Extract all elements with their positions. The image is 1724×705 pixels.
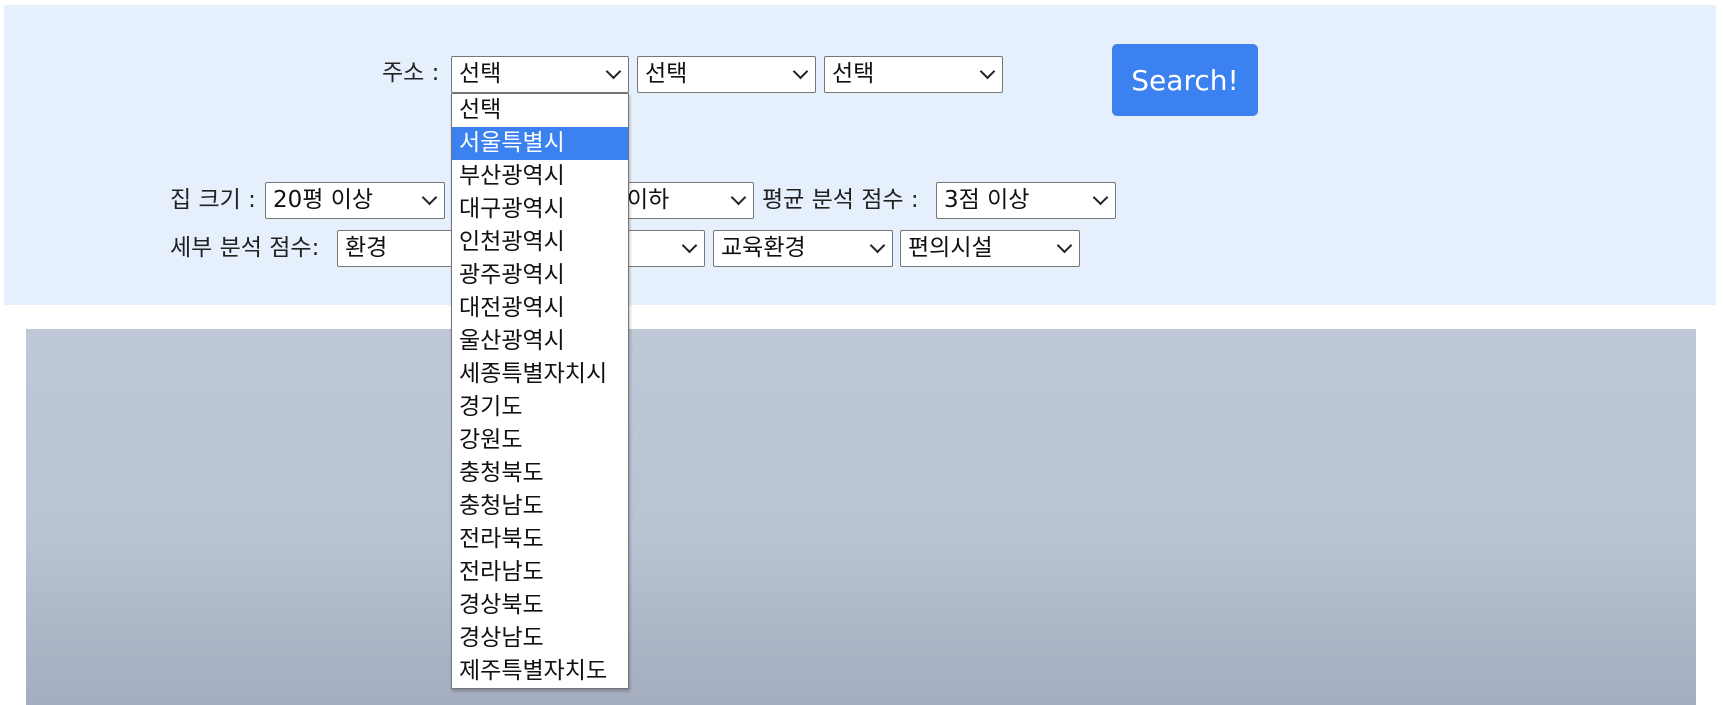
dropdown-option[interactable]: 대전광역시 [452,292,628,325]
house-size-label: 집 크기 : [170,187,256,213]
dropdown-option[interactable]: 경기도 [452,391,628,424]
chevron-down-icon [421,189,438,206]
dropdown-option-highlighted[interactable]: 서울특별시 [452,127,628,160]
address-select-city[interactable]: 선택 [637,56,816,93]
chevron-down-icon [605,63,622,80]
dropdown-option[interactable]: 제주특별자치도 [452,655,628,688]
detail-score-select-education[interactable]: 교육환경 [713,230,893,267]
chevron-down-icon [681,237,698,254]
detail-score-environment-value: 환경 [345,235,388,261]
dropdown-option[interactable]: 경상북도 [452,589,628,622]
address-province-dropdown-list[interactable]: 선택 서울특별시 부산광역시 대구광역시 인천광역시 광주광역시 대전광역시 울… [451,93,629,689]
avg-score-select[interactable]: 3점 이상 [936,182,1116,219]
avg-score-value: 3점 이상 [944,187,1030,213]
dropdown-option[interactable]: 광주광역시 [452,259,628,292]
address-select-district[interactable]: 선택 [824,56,1003,93]
chevron-down-icon [792,63,809,80]
avg-score-label: 평균 분석 점수 : [762,187,919,213]
address-select-province[interactable]: 선택 [451,56,629,93]
house-size-select[interactable]: 20평 이상 [265,182,445,219]
detail-score-label: 세부 분석 점수: [170,235,320,261]
house-size-value: 20평 이상 [273,187,374,213]
dropdown-option[interactable]: 부산광역시 [452,160,628,193]
dropdown-option[interactable]: 울산광역시 [452,325,628,358]
dropdown-option[interactable]: 전라남도 [452,556,628,589]
dropdown-option[interactable]: 전라북도 [452,523,628,556]
price-value: 이하 [627,187,670,213]
search-button[interactable]: Search! [1112,44,1258,116]
address-select-province-value: 선택 [459,61,502,87]
chevron-down-icon [869,237,886,254]
dropdown-option[interactable]: 충청북도 [452,457,628,490]
dropdown-option[interactable]: 대구광역시 [452,193,628,226]
address-label: 주소 : [382,60,440,86]
chevron-down-icon [1056,237,1073,254]
dropdown-option[interactable]: 세종특별자치시 [452,358,628,391]
dropdown-option[interactable]: 인천광역시 [452,226,628,259]
dropdown-option[interactable]: 경상남도 [452,622,628,655]
detail-score-convenience-value: 편의시설 [908,235,993,261]
dropdown-option[interactable]: 강원도 [452,424,628,457]
chevron-down-icon [730,189,747,206]
detail-score-education-value: 교육환경 [721,235,806,261]
detail-score-select-convenience[interactable]: 편의시설 [900,230,1080,267]
chevron-down-icon [979,63,996,80]
dropdown-option[interactable]: 선택 [452,94,628,127]
address-select-district-value: 선택 [832,61,875,87]
hero-image [26,329,1696,705]
chevron-down-icon [1092,189,1109,206]
address-select-city-value: 선택 [645,61,688,87]
dropdown-option[interactable]: 충청남도 [452,490,628,523]
